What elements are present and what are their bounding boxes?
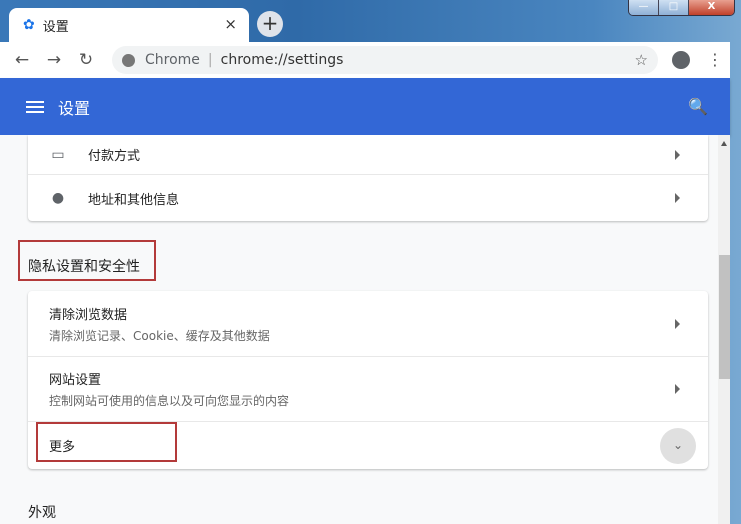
scrollbar-thumb[interactable] [719,255,730,379]
more-menu-icon[interactable]: ⋮ [707,50,723,69]
close-tab-icon[interactable]: × [224,15,237,33]
expand-chevron-icon[interactable]: ⌄ [660,428,696,464]
payment-methods-row[interactable]: ▭ 付款方式 [28,135,708,174]
scroll-up-icon[interactable] [721,141,727,146]
gear-icon: ✿ [23,17,35,33]
appearance-section-title: 外观 [28,505,56,521]
window-close-button[interactable]: X [689,0,734,15]
title-bar: ✿ 设置 × + — □ X [0,0,741,42]
new-tab-button[interactable]: + [257,11,283,37]
bookmark-star-icon[interactable]: ☆ [635,51,648,69]
url-separator: | [207,52,213,68]
forward-icon[interactable]: → [38,50,70,70]
tab-title: 设置 [42,19,69,35]
url-host: Chrome [145,52,200,68]
settings-content: ▭ 付款方式 ● 地址和其他信息 隐私设置和安全性 清除浏览数据 清除浏览记录、… [0,135,718,524]
profile-avatar-icon[interactable] [672,51,690,69]
clear-browsing-data-row[interactable]: 清除浏览数据 清除浏览记录、Cookie、缓存及其他数据 [28,291,708,356]
row-label: 网站设置 [49,373,102,388]
search-icon[interactable]: 🔍 [688,97,708,116]
reload-icon[interactable]: ↻ [70,50,102,70]
arrow-right-icon [675,193,680,203]
location-pin-icon: ● [51,190,65,206]
arrow-right-icon [675,149,680,160]
page-title: 设置 [58,98,91,118]
addresses-row[interactable]: ● 地址和其他信息 [28,174,708,221]
row-sublabel: 清除浏览记录、Cookie、缓存及其他数据 [49,328,270,343]
scrollbar[interactable] [718,135,730,524]
arrow-right-icon [675,384,680,394]
maximize-button[interactable]: □ [659,0,689,15]
chrome-logo-icon [122,53,135,67]
browser-toolbar: ← → ↻ Chrome | chrome://settings ☆ ⋮ [0,42,730,78]
highlight-box [18,240,156,281]
arrow-right-icon [675,318,680,329]
autofill-card: ▭ 付款方式 ● 地址和其他信息 [28,135,708,221]
row-label: 清除浏览数据 [49,307,128,323]
address-bar[interactable]: Chrome | chrome://settings ☆ [112,46,658,74]
window-controls: — □ X [628,0,735,16]
credit-card-icon: ▭ [51,146,65,163]
tab-settings[interactable]: ✿ 设置 × [9,8,249,42]
row-label: 付款方式 [88,149,141,164]
row-label: 地址和其他信息 [88,192,180,208]
site-settings-row[interactable]: 网站设置 控制网站可使用的信息以及可向您显示的内容 [28,356,708,421]
minimize-button[interactable]: — [629,0,659,15]
hamburger-menu-icon[interactable] [26,98,44,116]
row-sublabel: 控制网站可使用的信息以及可向您显示的内容 [49,394,290,408]
settings-header: 设置 🔍 [0,78,730,135]
highlight-box [36,422,177,462]
url-text[interactable]: chrome://settings [221,52,344,68]
back-icon[interactable]: ← [6,50,38,70]
